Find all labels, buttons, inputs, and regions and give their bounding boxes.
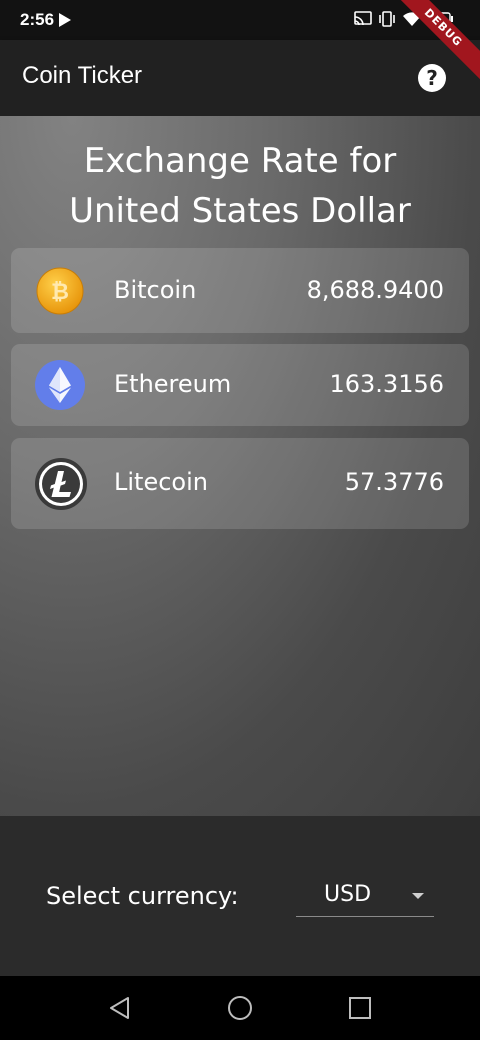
play-icon <box>59 13 71 27</box>
heading-line-1: Exchange Rate for <box>83 141 397 181</box>
help-icon[interactable]: ? <box>418 64 446 92</box>
recents-icon[interactable] <box>349 997 371 1019</box>
coin-name: Bitcoin <box>114 276 197 304</box>
cast-icon <box>354 11 372 26</box>
coin-rate: 163.3156 <box>329 370 444 398</box>
coin-rate: 8,688.9400 <box>306 276 444 304</box>
app-title: Coin Ticker <box>22 62 143 89</box>
home-icon[interactable] <box>227 995 253 1021</box>
svg-text:₿: ₿ <box>51 280 69 305</box>
currency-dropdown[interactable]: USD <box>296 876 434 917</box>
coin-rate: 57.3776 <box>344 468 444 496</box>
back-icon[interactable] <box>108 996 132 1020</box>
currency-picker-panel: Select currency: USD <box>0 816 480 976</box>
coin-card-bitcoin[interactable]: ₿ Bitcoin 8,688.9400 <box>11 248 469 333</box>
coin-card-ethereum[interactable]: Ethereum 163.3156 <box>11 344 469 426</box>
bitcoin-icon: ₿ <box>36 267 84 315</box>
select-currency-label: Select currency: <box>46 882 239 910</box>
heading-line-2: United States Dollar <box>69 191 411 231</box>
status-time: 2:56 <box>20 10 55 29</box>
dropdown-arrow-icon <box>412 893 424 899</box>
app-bar: Coin Ticker ? <box>0 40 480 116</box>
currency-value: USD <box>324 882 372 907</box>
page-heading: Exchange Rate for United States Dollar <box>0 136 480 236</box>
ethereum-icon <box>35 360 85 410</box>
coin-card-litecoin[interactable]: Litecoin 57.3776 <box>11 438 469 529</box>
litecoin-icon <box>35 458 87 510</box>
main-content: Exchange Rate for United States Dollar ₿… <box>0 116 480 816</box>
vibrate-icon <box>379 11 395 27</box>
system-nav-bar <box>0 976 480 1040</box>
coin-name: Ethereum <box>114 370 232 398</box>
coin-name: Litecoin <box>114 468 208 496</box>
